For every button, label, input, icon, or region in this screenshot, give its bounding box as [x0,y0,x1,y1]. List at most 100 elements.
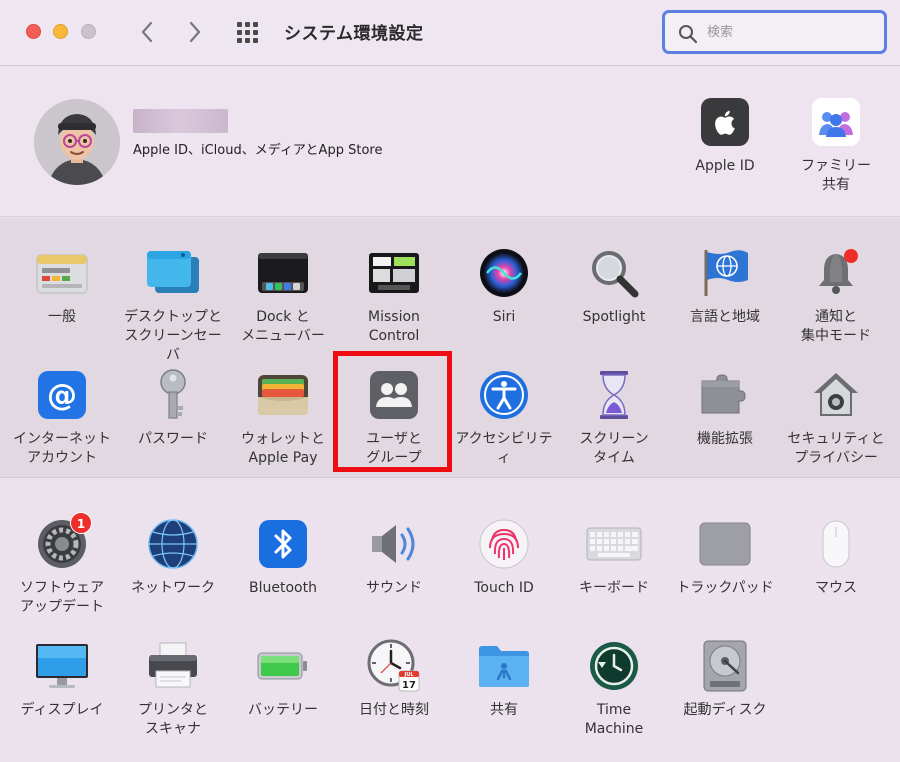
display-icon [34,638,90,694]
pane-label: 起動ディスク [683,702,767,718]
pane-date-time[interactable]: JUL 17 日付と時刻 [339,638,449,720]
fingerprint-icon [476,516,532,572]
pane-label: Touch ID [474,580,534,596]
user-name-redacted [133,109,228,133]
pane-label: プリンタと スキャナ [138,702,208,737]
speaker-icon [366,516,422,572]
trackpad-icon [697,516,753,572]
pane-label: 共有 [490,702,518,718]
title-bar: システム環境設定 [0,0,900,66]
pane-siri[interactable]: Siri [449,245,559,327]
pane-displays[interactable]: ディスプレイ [7,638,117,720]
pane-mission-control[interactable]: Mission Control [339,245,449,346]
show-all-button[interactable] [236,22,264,44]
pane-label: Bluetooth [249,580,317,596]
pane-security-privacy[interactable]: セキュリティと プライバシー [781,367,891,468]
pane-label: 言語と地域 [690,309,760,325]
pane-general[interactable]: 一般 [7,245,117,327]
mission-control-icon [366,245,422,301]
minimize-window-button[interactable] [53,24,68,39]
pane-label: Mission Control [368,309,420,344]
security-house-icon [808,367,864,423]
globe-icon [145,516,201,572]
pane-battery[interactable]: バッテリー [228,638,338,720]
language-flag-icon [697,245,753,301]
account-subtitle[interactable]: Apple ID、iCloud、メディアとApp Store [133,139,382,158]
pane-language-region[interactable]: 言語と地域 [670,245,780,327]
pane-startup-disk[interactable]: 起動ディスク [670,638,780,720]
pane-label: Spotlight [582,309,646,325]
pane-label: アクセシビリティ [455,431,553,466]
search-field[interactable] [662,10,887,54]
pane-label: マウス [815,580,857,596]
pane-spotlight[interactable]: Spotlight [559,245,669,327]
pane-desktop-screensaver[interactable]: デスクトップと スクリーンセーバ [118,245,228,365]
pane-passwords[interactable]: パスワード [118,367,228,449]
mouse-icon [808,516,864,572]
pane-label: バッテリー [248,702,318,718]
desktop-icon [145,245,201,301]
apple-logo-icon [697,94,753,150]
pane-sharing[interactable]: 共有 [449,638,559,720]
printer-icon [145,638,201,694]
back-button[interactable] [133,16,161,48]
pane-apple-id[interactable]: Apple ID [670,94,780,176]
pane-label: 機能拡張 [697,431,753,447]
pane-mouse[interactable]: マウス [781,516,891,598]
selection-highlight-box [333,351,452,472]
pane-trackpad[interactable]: トラックパッド [670,516,780,598]
pane-label: Siri [492,309,516,325]
pane-keyboard[interactable]: キーボード [559,516,669,598]
avatar[interactable] [34,99,120,185]
pane-label: Apple ID [695,158,755,174]
pane-label: 日付と時刻 [359,702,429,718]
pane-time-machine[interactable]: Time Machine [559,638,669,739]
pane-sound[interactable]: サウンド [339,516,449,598]
pane-internet-accounts[interactable]: @ インターネット アカウント [7,367,117,468]
pane-notifications-focus[interactable]: 通知と 集中モード [781,245,891,346]
pane-label: 通知と 集中モード [801,309,871,344]
battery-icon [255,638,311,694]
pane-label: デスクトップと スクリーンセーバ [124,309,222,363]
at-icon: @ [34,367,90,423]
pane-dock-menubar[interactable]: Dock と メニューバー [228,245,338,346]
chevron-left-icon [141,21,153,43]
time-machine-icon [586,638,642,694]
pane-wallet-apple-pay[interactable]: ウォレットと Apple Pay [228,367,338,468]
calendar-day: 17 [402,680,416,691]
zoom-window-button[interactable] [81,24,96,39]
general-icon [34,245,90,301]
clock-icon: JUL 17 [366,638,422,694]
pane-bluetooth[interactable]: Bluetooth [228,516,338,598]
forward-button[interactable] [181,16,209,48]
memoji-avatar-icon [34,99,120,185]
pane-printers-scanners[interactable]: プリンタと スキャナ [118,638,228,739]
update-count-badge: 1 [70,512,92,534]
pane-extensions[interactable]: 機能拡張 [670,367,780,449]
pane-accessibility[interactable]: アクセシビリティ [449,367,559,468]
pane-label: 一般 [48,309,76,325]
puzzle-icon [697,367,753,423]
pane-label: インターネット アカウント [13,431,111,466]
gear-icon: 1 [34,512,92,572]
pane-family-sharing[interactable]: ファミリー 共有 [781,94,891,195]
pane-label: パスワード [138,431,208,447]
svg-text:@: @ [47,378,77,413]
pane-label: スクリーン タイム [579,431,649,466]
pane-label: Dock と メニューバー [241,309,325,344]
pane-screen-time[interactable]: スクリーン タイム [559,367,669,468]
window-title: システム環境設定 [284,24,424,44]
pane-touch-id[interactable]: Touch ID [449,516,559,598]
pane-label: サウンド [366,580,422,596]
pane-label: セキュリティと プライバシー [787,431,885,466]
close-window-button[interactable] [26,24,41,39]
pane-label: ウォレットと Apple Pay [241,431,325,466]
search-input[interactable] [707,22,877,42]
pane-network[interactable]: ネットワーク [118,516,228,598]
wallet-icon [255,367,311,423]
bluetooth-icon [255,516,311,572]
pane-software-update[interactable]: 1 ソフトウェア アップデート [7,512,117,617]
chevron-right-icon [189,21,201,43]
keyboard-icon [586,516,642,572]
calendar-month: JUL [403,672,414,678]
